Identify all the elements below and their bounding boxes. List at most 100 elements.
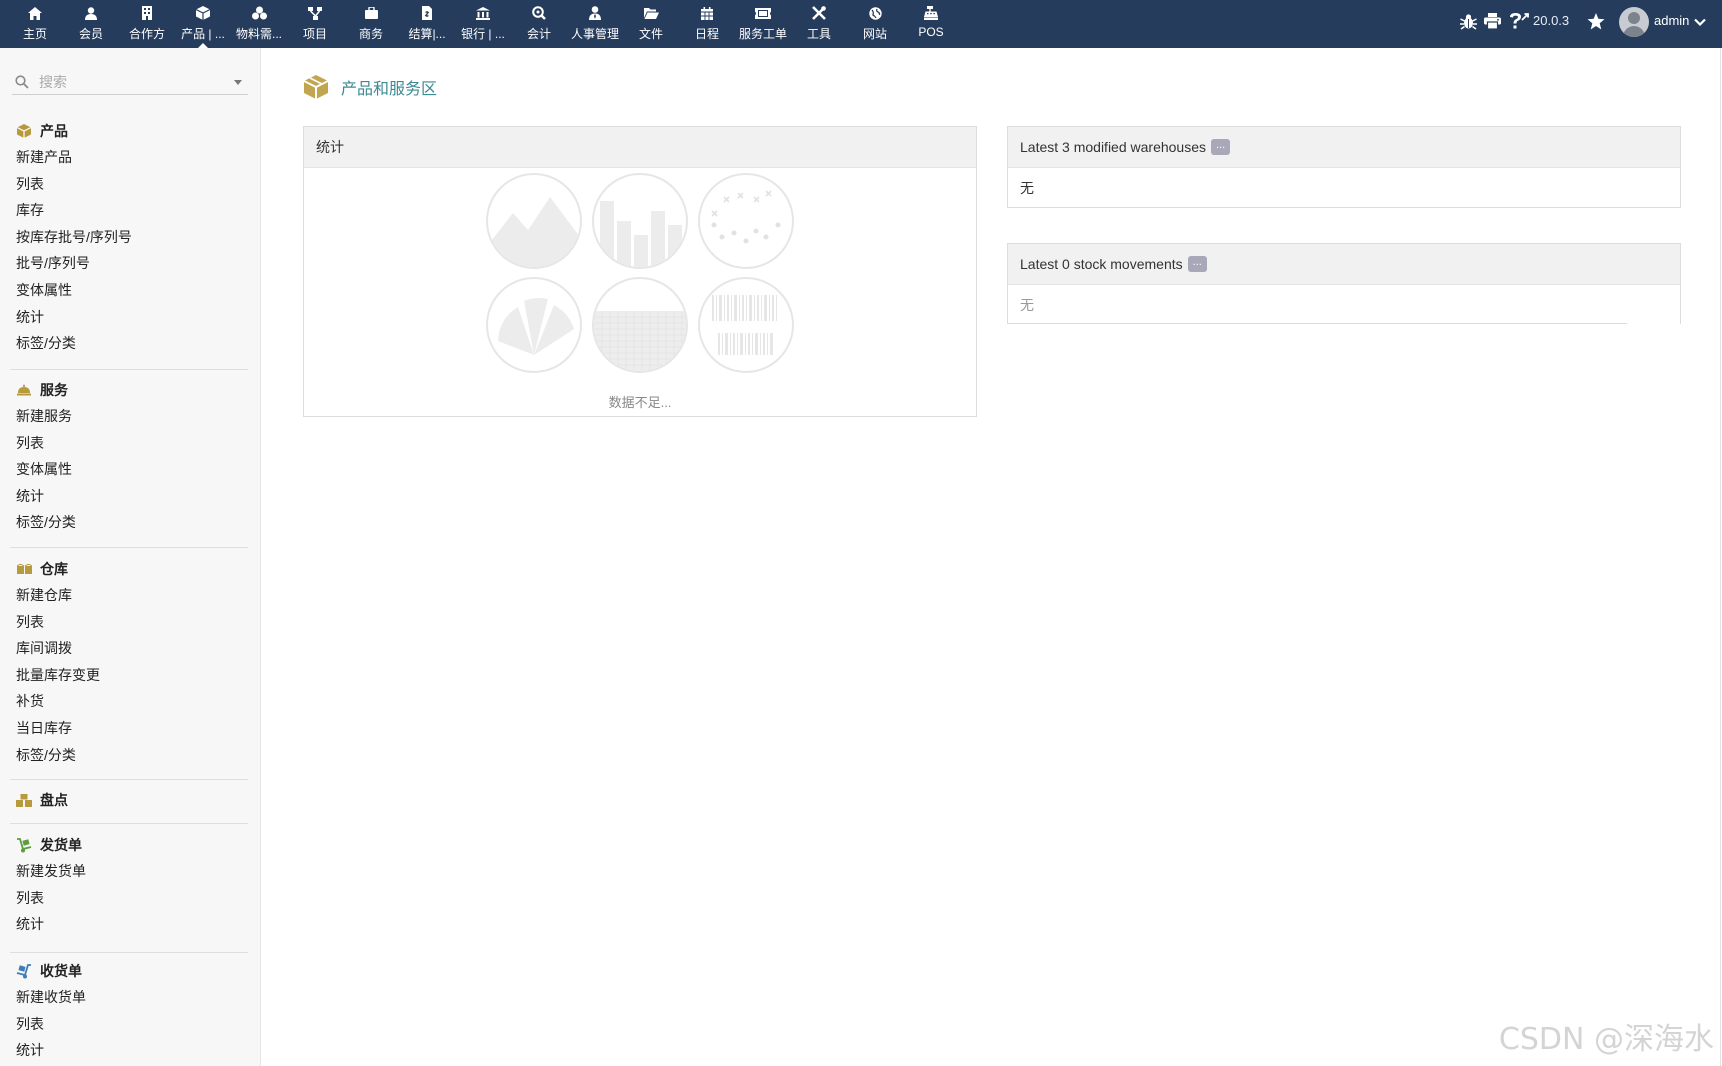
nav-item-billing[interactable]: 结算|... (400, 0, 454, 48)
latest-stock-movements-panel: Latest 0 stock movements ... 无 (1007, 243, 1681, 324)
bookmark-star-icon[interactable] (1587, 10, 1605, 32)
nav-label: 人事管理 (570, 27, 619, 41)
invoice-icon (422, 5, 432, 21)
nav-item-tickets[interactable]: 服务工单 (736, 0, 790, 48)
nav-label: 网站 (862, 27, 887, 41)
user-name[interactable]: admin (1654, 13, 1689, 28)
sidebar-section-title: 发货单 (40, 837, 82, 853)
panel-header: Latest 3 modified warehouses ... (1008, 127, 1680, 168)
nav-item-members[interactable]: 会员 (64, 0, 118, 48)
nav-label: 服务工单 (738, 27, 787, 41)
scatter-chart-placeholder-icon (698, 173, 794, 269)
sidebar-item-tags[interactable]: 标签/分类 (0, 509, 260, 536)
cube-icon (196, 5, 210, 21)
sidebar-item-variant-attributes[interactable]: 变体属性 (0, 277, 260, 304)
sidebar-section-header[interactable]: 仓库 (0, 556, 260, 582)
sidebar-section-warehouses: 仓库 新建仓库 列表 库间调拨 批量库存变更 补货 当日库存 标签/分类 (0, 556, 260, 768)
page-title: 产品和服务区 (341, 81, 438, 98)
sidebar-section-header[interactable]: 服务 (0, 377, 260, 403)
sidebar-item-statistics[interactable]: 统计 (0, 911, 260, 938)
nav-item-agenda[interactable]: 日程 (680, 0, 734, 48)
sidebar-item-stock-by-lot[interactable]: 按库存批号/序列号 (0, 224, 260, 251)
search-icon (15, 75, 29, 89)
sidebar-search (12, 70, 248, 95)
sidebar-item-new-shipment[interactable]: 新建发货单 (0, 858, 260, 885)
divider (10, 369, 248, 370)
sidebar-item-statistics[interactable]: 统计 (0, 1037, 260, 1064)
sidebar-item-mass-stock-change[interactable]: 批量库存变更 (0, 662, 260, 689)
chevron-down-icon[interactable] (234, 80, 242, 85)
version-label: 20.0.3 (1533, 13, 1570, 28)
chart-placeholder-grid (486, 173, 794, 373)
sidebar-section-header[interactable]: 盘点 (0, 787, 260, 813)
sidebar-section-header[interactable]: 产品 (0, 118, 260, 144)
sidebar-item-new-reception[interactable]: 新建收货单 (0, 984, 260, 1011)
nav-item-commerce[interactable]: 商务 (344, 0, 398, 48)
nav-label: 文件 (638, 27, 663, 41)
sidebar-item-warehouse-list[interactable]: 列表 (0, 609, 260, 636)
help-icon[interactable] (1507, 10, 1529, 32)
sidebar-section-header[interactable]: 收货单 (0, 958, 260, 984)
sidebar-item-service-list[interactable]: 列表 (0, 430, 260, 457)
more-badge-button[interactable]: ... (1211, 139, 1231, 155)
sidebar-item-reception-list[interactable]: 列表 (0, 1011, 260, 1038)
chevron-down-icon[interactable] (1694, 14, 1706, 32)
page-header: 产品和服务区 (303, 72, 437, 102)
sidebar-item-product-list[interactable]: 列表 (0, 171, 260, 198)
divider (10, 823, 248, 824)
nav-label: 合作方 (128, 27, 165, 41)
sidebar-section-title: 服务 (40, 382, 68, 398)
nav-label: 主页 (22, 27, 47, 41)
empty-text: 无 (1020, 180, 1034, 196)
more-badge-button[interactable]: ... (1187, 256, 1207, 272)
nav-item-bank[interactable]: 银行 | ... (456, 0, 510, 48)
nav-item-tools[interactable]: 工具 (792, 0, 846, 48)
sidebar-item-stock-at-date[interactable]: 当日库存 (0, 715, 260, 742)
sidebar-section-header[interactable]: 发货单 (0, 832, 260, 858)
sidebar-item-statistics[interactable]: 统计 (0, 483, 260, 510)
sidebar-item-lots[interactable]: 批号/序列号 (0, 250, 260, 277)
nav-item-products[interactable]: 产品 | ... (176, 0, 230, 48)
sidebar-item-new-service[interactable]: 新建服务 (0, 403, 260, 430)
sidebar-item-new-warehouse[interactable]: 新建仓库 (0, 582, 260, 609)
divider (1007, 323, 1627, 324)
sidebar-item-shipment-list[interactable]: 列表 (0, 885, 260, 912)
nav-item-pos[interactable]: POS (904, 0, 958, 48)
briefcase-icon (364, 5, 378, 21)
sidebar-item-tags[interactable]: 标签/分类 (0, 330, 260, 357)
sidebar-item-variant-attributes[interactable]: 变体属性 (0, 456, 260, 483)
nav-item-home[interactable]: 主页 (8, 0, 62, 48)
bug-icon[interactable] (1460, 10, 1477, 32)
nav-item-accounting[interactable]: 会计 (512, 0, 566, 48)
building-icon (142, 5, 152, 21)
sidebar-item-statistics[interactable]: 统计 (0, 304, 260, 331)
boxes-icon (16, 561, 32, 577)
nav-item-mrp[interactable]: 物料需... (232, 0, 286, 48)
nav-item-website[interactable]: 网站 (848, 0, 902, 48)
sidebar-item-stock[interactable]: 库存 (0, 197, 260, 224)
nav-item-partners[interactable]: 合作方 (120, 0, 174, 48)
area-chart-placeholder-icon (486, 173, 582, 269)
nav-item-projects[interactable]: 项目 (288, 0, 342, 48)
sidebar-section-title: 收货单 (40, 963, 82, 979)
sidebar-item-new-product[interactable]: 新建产品 (0, 144, 260, 171)
page-edge-line (1720, 48, 1721, 1066)
user-icon (85, 5, 97, 21)
print-icon[interactable] (1484, 10, 1501, 32)
nav-label: 会计 (526, 27, 551, 41)
divider (10, 547, 248, 548)
barcode-placeholder-icon (698, 277, 794, 373)
sidebar-section-services: 服务 新建服务 列表 变体属性 统计 标签/分类 (0, 377, 260, 536)
sidebar-item-replenishment[interactable]: 补货 (0, 688, 260, 715)
sidebar-item-transfer[interactable]: 库间调拨 (0, 635, 260, 662)
avatar[interactable] (1619, 7, 1649, 37)
nav-item-documents[interactable]: 文件 (624, 0, 678, 48)
search-input[interactable] (37, 73, 221, 91)
panel-title: Latest 0 stock movements (1020, 256, 1183, 272)
tools-icon (812, 5, 826, 21)
nav-item-hr[interactable]: 人事管理 (568, 0, 622, 48)
left-sidebar: 产品 新建产品 列表 库存 按库存批号/序列号 批号/序列号 变体属性 统计 标… (0, 48, 261, 1066)
empty-text: 无 (1020, 297, 1034, 313)
sidebar-item-tags[interactable]: 标签/分类 (0, 742, 260, 769)
sidebar-section-inventory: 盘点 (0, 787, 260, 813)
